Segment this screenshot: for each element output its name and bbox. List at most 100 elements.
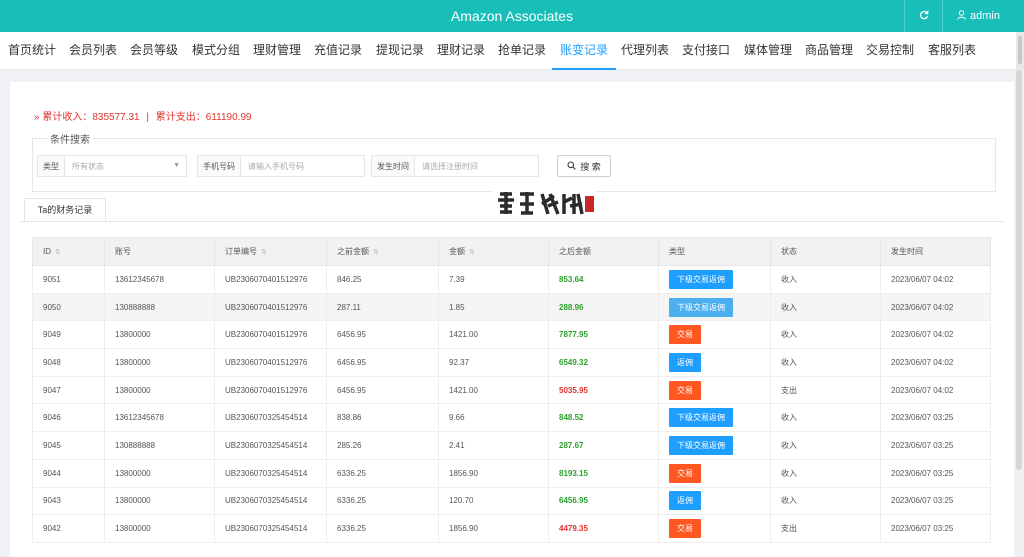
cell-type: 返佣 [658, 348, 771, 377]
tab-finance-manage[interactable]: 理财管理 [253, 32, 301, 70]
income-value: 835577.31 [92, 112, 140, 123]
sort-icon[interactable]: ⇅ [469, 249, 475, 256]
sort-icon[interactable]: ⇅ [373, 249, 379, 256]
cell-before-amount: 6336.25 [326, 514, 439, 543]
page-scrollbar[interactable] [1014, 70, 1024, 551]
cell-status: 收入 [770, 431, 881, 460]
expense-value: 611190.99 [205, 112, 252, 123]
search-button[interactable]: 搜 索 [557, 155, 611, 177]
tab-home-stats[interactable]: 首页统计 [8, 32, 56, 70]
cell-before-amount: 6336.25 [326, 458, 439, 488]
cell-order-no: UB2306070325454514 [214, 458, 327, 488]
cell-status: 收入 [770, 265, 881, 294]
type-badge: 交易 [669, 325, 701, 345]
tab-service-list[interactable]: 客服列表 [928, 32, 976, 70]
cell-type: 下级交易返佣 [658, 292, 771, 322]
refresh-icon [919, 9, 929, 23]
table-row: 9042 13800000 UB2306070325454514 6336.25 185… [32, 514, 991, 543]
user-icon [957, 9, 966, 23]
cell-account: 13800000 [104, 348, 215, 377]
cell-amount: 1421.00 [438, 375, 549, 405]
sort-icon[interactable]: ⇅ [55, 249, 61, 256]
search-button-label: 搜 索 [580, 161, 601, 172]
cell-status: 收入 [770, 348, 881, 377]
cell-order-no: UB2306070401512976 [214, 348, 327, 377]
cell-time: 2023/06/07 03:25 [880, 458, 991, 488]
summary-separator: | [146, 112, 150, 123]
cell-account: 13800000 [104, 320, 215, 350]
cell-after-amount: 4479.35 [548, 514, 659, 543]
cell-order-no: UB2306070401512976 [214, 375, 327, 405]
time-field[interactable]: 发生时间 请选择注册时间 [371, 155, 539, 177]
type-label: 类型 [38, 156, 65, 176]
phone-field[interactable]: 手机号码 请输入手机号码 [197, 155, 365, 177]
cell-after-amount: 6549.32 [548, 348, 659, 377]
cell-id: 9046 [32, 403, 105, 433]
type-badge: 下级交易返佣 [669, 269, 733, 289]
app-title: Amazon Associates [450, 8, 574, 24]
tab-payment-interface[interactable]: 支付接口 [682, 32, 730, 70]
cell-after-amount: 848.52 [548, 403, 659, 433]
cell-time: 2023/06/07 03:25 [880, 486, 991, 516]
user-menu[interactable]: admin [942, 0, 1014, 32]
tab-balance-change-records[interactable]: 账变记录 [552, 32, 617, 70]
time-label: 发生时间 [372, 156, 415, 176]
cell-type: 返佣 [658, 486, 771, 516]
tab-withdraw-records[interactable]: 提现记录 [376, 32, 424, 70]
cell-time: 2023/06/07 03:25 [880, 403, 991, 433]
type-select[interactable]: 类型 所有状态 ▼ [37, 155, 187, 177]
cell-order-no: UB2306070401512976 [214, 265, 327, 294]
cell-type: 下级交易返佣 [658, 431, 771, 460]
table-row: 9050 130888888 UB2306070401512976 287.11 1.8… [32, 292, 991, 322]
cell-id: 9042 [32, 514, 105, 543]
cell-time: 2023/06/07 04:02 [880, 375, 991, 405]
expense-label: 累计支出： [155, 112, 206, 123]
phone-input[interactable]: 请输入手机号码 [241, 161, 364, 172]
tab-mode-group[interactable]: 模式分组 [192, 32, 240, 70]
cell-order-no: UB2306070325454514 [214, 431, 327, 460]
cell-id: 9049 [32, 320, 105, 350]
col-status: 状态 [770, 237, 881, 266]
tab-trade-control[interactable]: 交易控制 [866, 32, 914, 70]
cell-after-amount: 853.64 [548, 265, 659, 294]
cell-amount: 1856.90 [438, 458, 549, 488]
tab-media-manage[interactable]: 媒体管理 [744, 32, 792, 70]
cell-type: 交易 [658, 514, 771, 543]
tab-agent-list[interactable]: 代理列表 [621, 32, 669, 70]
tab-recharge-records[interactable]: 充值记录 [314, 32, 362, 70]
cell-before-amount: 287.11 [326, 292, 439, 322]
refresh-button[interactable] [904, 0, 942, 32]
cell-before-amount: 6456.95 [326, 320, 439, 350]
tab-member-level[interactable]: 会员等级 [130, 32, 178, 70]
cell-amount: 92.37 [438, 348, 549, 377]
tab-finance-records[interactable]: 理财记录 [437, 32, 485, 70]
col-type: 类型 [658, 237, 771, 266]
col-id[interactable]: ID ⇅ [32, 237, 105, 266]
col-amount[interactable]: 金额 ⇅ [438, 237, 549, 266]
col-before-amount[interactable]: 之前金额 ⇅ [326, 237, 439, 266]
cell-type: 下级交易返佣 [658, 403, 771, 433]
col-after-amount: 之后金额 [548, 237, 659, 266]
time-input[interactable]: 请选择注册时间 [415, 161, 538, 172]
cell-time: 2023/06/07 03:25 [880, 431, 991, 460]
tab-product-manage[interactable]: 商品管理 [805, 32, 853, 70]
tab-finance-records-self[interactable]: Ta的财务记录 [24, 198, 106, 222]
nav-scrollbar[interactable] [1016, 32, 1024, 70]
tab-member-list[interactable]: 会员列表 [69, 32, 117, 70]
table-row: 9044 13800000 UB2306070325454514 6336.25 185… [32, 458, 991, 488]
cell-account: 13800000 [104, 486, 215, 516]
col-time: 发生时间 [880, 237, 991, 266]
tab-grab-order-records[interactable]: 抢单记录 [498, 32, 546, 70]
cell-before-amount: 6456.95 [326, 348, 439, 377]
cell-amount: 1856.90 [438, 514, 549, 543]
table-row: 9051 13612345678 UB2306070401512976 846.25 7… [32, 265, 991, 294]
cell-time: 2023/06/07 04:02 [880, 348, 991, 377]
col-order-no[interactable]: 订单编号 ⇅ [214, 237, 327, 266]
cell-order-no: UB2306070401512976 [214, 320, 327, 350]
sort-icon[interactable]: ⇅ [261, 249, 267, 256]
cell-account: 13800000 [104, 458, 215, 488]
type-badge: 交易 [669, 380, 701, 400]
cell-account: 13800000 [104, 375, 215, 405]
cell-status: 支出 [770, 375, 881, 405]
cell-time: 2023/06/07 04:02 [880, 292, 991, 322]
